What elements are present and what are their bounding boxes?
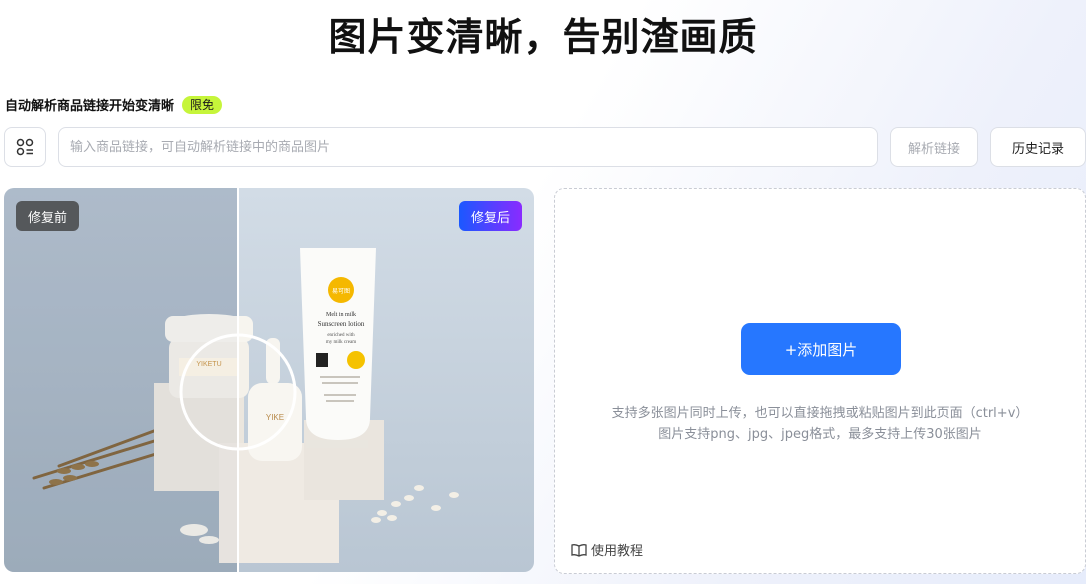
subheader-label: 自动解析商品链接开始变清晰 xyxy=(5,99,175,114)
after-label: 修复后 xyxy=(458,201,522,231)
page-title: 图片变清晰，告别渣画质 xyxy=(328,15,758,59)
product-link-input[interactable] xyxy=(58,127,878,167)
upload-hint-line1: 支持多张图片同时上传，也可以直接拖拽或粘贴图片到此页面（ctrl+v） xyxy=(611,406,1029,421)
tube-line3: enriched with xyxy=(327,333,355,338)
free-badge: 限免 xyxy=(182,95,223,114)
product-photo: YIKETU YIKE 易可图 Melt in milk Sunscreen l… xyxy=(4,188,534,572)
before-label: 修复前 xyxy=(16,201,80,231)
add-image-button[interactable]: +添加图片 xyxy=(741,323,901,375)
before-after-preview[interactable]: YIKETU YIKE 易可图 Melt in milk Sunscreen l… xyxy=(4,188,534,572)
book-icon xyxy=(571,543,587,557)
tutorial-link[interactable]: 使用教程 xyxy=(571,540,643,559)
dropper-brand-text: YIKE xyxy=(266,413,284,422)
tube-line4: my milk cream xyxy=(326,340,356,345)
apps-button[interactable] xyxy=(4,127,46,167)
apps-icon xyxy=(16,138,34,156)
tube-line2: Sunscreen lotion xyxy=(318,320,365,328)
tube-line1: Melt in milk xyxy=(326,312,356,318)
history-button[interactable]: 历史记录 xyxy=(990,127,1086,167)
upload-hint-line2: 图片支持png、jpg、jpeg格式，最多支持上传30张图片 xyxy=(658,427,982,442)
tutorial-label: 使用教程 xyxy=(591,544,644,559)
link-bar: 解析链接 历史记录 xyxy=(4,127,1086,167)
subheader: 自动解析商品链接开始变清晰 限免 xyxy=(5,95,223,114)
parse-link-button[interactable]: 解析链接 xyxy=(890,127,978,167)
tube-logo-text: 易可图 xyxy=(332,288,350,295)
upload-dropzone[interactable]: +添加图片 支持多张图片同时上传，也可以直接拖拽或粘贴图片到此页面（ctrl+v… xyxy=(554,188,1086,574)
